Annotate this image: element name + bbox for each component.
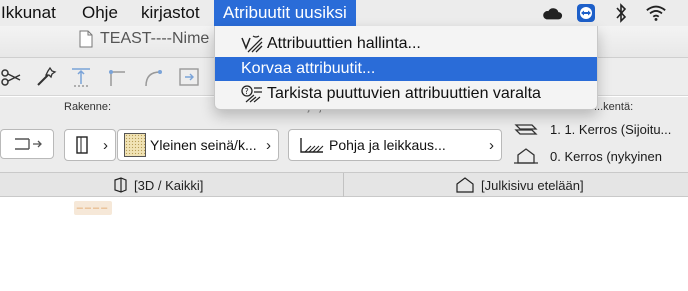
document-title: TEAST----Nime [78,30,209,48]
menu-item-attribute-manager-label: Attribuuttien hallinta... [267,35,421,52]
bluetooth-icon[interactable] [610,3,632,23]
menu-item-attribute-manager[interactable]: Attribuuttien hallinta... [215,32,597,56]
wall-structure-icon [76,136,88,154]
cloud-icon[interactable] [541,3,563,23]
wall-geometry-icon [15,138,42,150]
menu-ikkunat[interactable]: Ikkunat [1,0,56,26]
attribute-manager-icon [239,33,265,55]
teamviewer-icon[interactable] [575,3,597,23]
tab-south-elevation[interactable]: [Julkisivu etelään] [455,173,584,197]
wall-type-button[interactable]: Yleinen seinä/k... › [117,129,279,161]
chevron-right-icon: › [489,137,494,154]
wall-fill-swatch-icon [124,133,146,157]
tab-divider [343,173,344,197]
fillet-icon[interactable] [140,64,166,90]
magic-wand-icon[interactable] [34,64,60,90]
tab-3d-all-label: [3D / Kaikki] [134,177,204,193]
tab-south-elevation-label: [Julkisivu etelään] [481,177,584,193]
view-tabs: [3D / Kaikki] [Julkisivu etelään] [0,173,688,197]
menu-item-check-missing-label: Tarkista puuttuvien attribuuttien varalt… [267,85,541,102]
story-current-text: 0. Kerros (nykyinen [550,148,662,164]
geometry-method-button[interactable] [0,129,54,159]
story-home-text: 1. 1. Kerros (Sijoitu... [550,121,672,137]
3d-cube-icon [114,177,127,193]
chevron-right-icon: › [103,137,108,154]
menu-atribuutit-uusiksi[interactable]: Atribuutit uusiksi [214,0,356,26]
structure-type-button[interactable]: › [64,129,116,161]
document-icon [79,30,93,48]
menu-item-check-missing[interactable]: ? Tarkista puuttuvien attribuuttien vara… [215,82,597,106]
floor-plan-value: Pohja ja leikkaus... [329,137,446,153]
house-icon [514,148,538,164]
check-missing-attributes-icon: ? [239,83,265,105]
menu-item-replace-attributes-label: Korvaa attribuutit... [241,60,376,77]
document-title-text: TEAST----Nime [100,30,210,47]
structure-label: Rakenne: [64,101,112,113]
dashed-marker: –––– [74,201,112,215]
tab-3d-all[interactable]: [3D / Kaikki] [112,173,203,197]
menu-kirjastot[interactable]: kirjastot [141,0,200,26]
story-label: ...kentä: [594,101,634,113]
chevron-right-icon: › [266,137,271,154]
offset-icon[interactable] [176,64,202,90]
floor-plan-hatch-icon [300,138,324,153]
menu-bar: Ikkunat Ohje kirjastot Atribuutit uusiks… [0,0,688,26]
floor-plan-button[interactable]: Pohja ja leikkaus... › [288,129,502,161]
menu-item-replace-attributes[interactable]: Korvaa attribuutit... [215,57,597,81]
elevate-icon[interactable] [68,64,94,90]
wifi-icon[interactable] [645,3,667,23]
story-item-home[interactable]: 1. 1. Kerros (Sijoitu... [512,121,671,137]
story-layers-icon [514,124,538,135]
attributes-dropdown-menu: Attribuuttien hallinta... Korvaa attribu… [214,26,598,110]
corner-icon[interactable] [105,64,131,90]
svg-text:?: ? [245,87,249,96]
story-item-current[interactable]: 0. Kerros (nykyinen [512,147,662,165]
elevation-house-icon [456,177,474,193]
wall-type-value: Yleinen seinä/k... [150,137,257,153]
menu-ohje[interactable]: Ohje [82,0,118,26]
scissors-icon[interactable] [0,64,26,90]
drawing-canvas[interactable]: –––– [0,198,688,291]
